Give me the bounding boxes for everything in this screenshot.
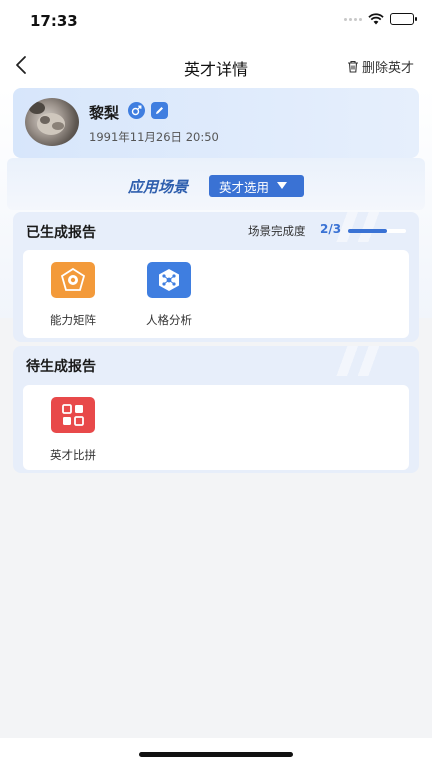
progress-value: 2/3 xyxy=(320,222,342,236)
ability-matrix-icon xyxy=(51,262,95,298)
report-label: 能力矩阵 xyxy=(50,313,96,327)
section-title: 已生成报告 xyxy=(26,225,96,241)
scene-label: 应用场景 xyxy=(128,178,189,196)
gender-icon xyxy=(128,102,145,119)
battery-icon xyxy=(390,13,417,25)
personality-analysis-icon xyxy=(147,262,191,298)
nav-bar: 英才详情 删除英才 xyxy=(0,44,432,88)
status-icons xyxy=(344,13,417,25)
progress-bar xyxy=(348,229,406,233)
report-label: 英才比拼 xyxy=(50,448,96,462)
progress-fill xyxy=(348,229,387,233)
report-item-ability-matrix[interactable]: 能力矩阵 xyxy=(38,262,108,328)
wifi-icon xyxy=(368,13,384,25)
caret-down-icon xyxy=(277,182,288,189)
profile-name: 黎梨 xyxy=(89,104,120,122)
delete-talent-label: 删除英才 xyxy=(361,61,414,76)
signal-icon xyxy=(344,17,362,21)
section-title: 待生成报告 xyxy=(26,359,96,375)
status-time: 17:33 xyxy=(30,12,78,30)
delete-talent-button[interactable]: 删除英才 xyxy=(347,57,414,76)
edit-icon[interactable] xyxy=(151,102,168,119)
pending-reports-section: 待生成报告 英才比拼 xyxy=(13,346,419,473)
generated-reports-section: 已生成报告 场景完成度 2/3 能力矩阵 人格分析 xyxy=(13,212,419,342)
scene-select[interactable]: 英才选用 xyxy=(209,175,304,197)
trash-icon xyxy=(347,60,358,73)
report-item-talent-compare[interactable]: 英才比拼 xyxy=(38,397,108,463)
profile-card: 黎梨 1991年11月26日 20:50 xyxy=(13,88,419,158)
talent-compare-icon xyxy=(51,397,95,433)
avatar xyxy=(25,98,79,146)
scene-selected-value: 英才选用 xyxy=(219,179,270,195)
report-label: 人格分析 xyxy=(146,313,192,327)
home-indicator xyxy=(139,752,293,757)
generated-reports-list: 能力矩阵 人格分析 xyxy=(23,250,409,338)
progress-label: 场景完成度 xyxy=(248,224,306,238)
pending-reports-list: 英才比拼 xyxy=(23,385,409,470)
profile-datetime: 1991年11月26日 20:50 xyxy=(89,130,219,144)
status-bar: 17:33 xyxy=(0,0,432,44)
report-item-personality-analysis[interactable]: 人格分析 xyxy=(134,262,204,328)
profile-badges xyxy=(128,102,168,119)
